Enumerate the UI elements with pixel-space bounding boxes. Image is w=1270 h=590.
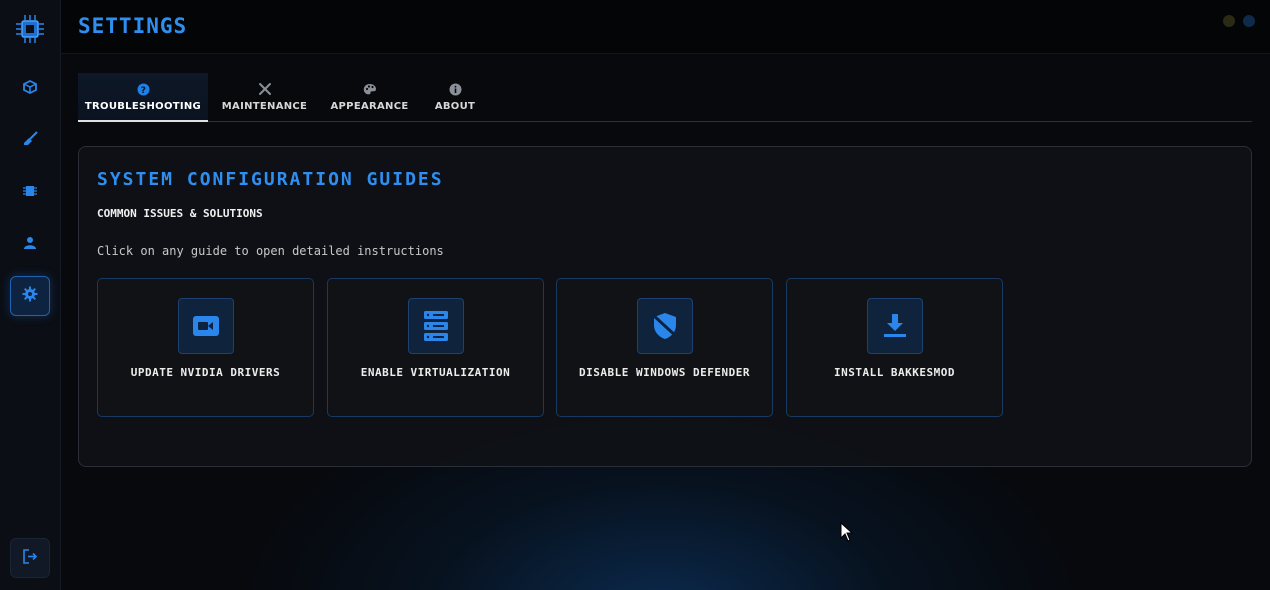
gear-icon [22, 286, 38, 306]
status-dot-yellow [1223, 15, 1235, 27]
header: SETTINGS [61, 0, 1270, 54]
guide-card-label: ENABLE VIRTUALIZATION [360, 366, 511, 379]
tools-icon [258, 82, 272, 96]
mouse-cursor-icon [840, 521, 854, 546]
shield-slash-icon [637, 298, 693, 354]
sidebar-item-settings[interactable] [10, 276, 50, 316]
tab-label: ABOUT [434, 101, 476, 112]
tab-appearance[interactable]: APPEARANCE [323, 73, 416, 122]
user-icon [23, 235, 37, 254]
sidebar-item-memory[interactable] [10, 172, 50, 212]
download-icon [867, 298, 923, 354]
sidebar-item-cube[interactable] [10, 68, 50, 108]
info-circle-icon [449, 82, 462, 96]
guide-card-nvidia[interactable]: UPDATE NVIDIA DRIVERS [97, 278, 314, 417]
sidebar [0, 0, 61, 590]
guide-card-defender[interactable]: DISABLE WINDOWS DEFENDER [556, 278, 773, 417]
settings-tabs: ? TROUBLESHOOTING MAINTENANCE APPEARANCE… [78, 73, 1252, 122]
cube-icon [23, 79, 37, 98]
guide-card-label: INSTALL BAKKESMOD [833, 366, 956, 379]
logout-icon [22, 548, 38, 568]
palette-icon [363, 82, 377, 96]
logout-button[interactable] [10, 538, 50, 578]
tab-label: APPEARANCE [330, 101, 409, 112]
page-title: SETTINGS [78, 14, 188, 38]
broom-icon [23, 130, 38, 150]
main-content: ? TROUBLESHOOTING MAINTENANCE APPEARANCE… [61, 55, 1270, 590]
video-camera-icon [178, 298, 234, 354]
guide-card-bakkesmod[interactable]: INSTALL BAKKESMOD [786, 278, 1003, 417]
guides-panel: SYSTEM CONFIGURATION GUIDES COMMON ISSUE… [78, 146, 1252, 467]
guide-card-label: DISABLE WINDOWS DEFENDER [579, 366, 750, 379]
svg-text:?: ? [140, 86, 146, 96]
tab-troubleshooting[interactable]: ? TROUBLESHOOTING [78, 73, 208, 122]
sidebar-item-user[interactable] [10, 224, 50, 264]
guide-card-virtualization[interactable]: ENABLE VIRTUALIZATION [327, 278, 544, 417]
tab-label: TROUBLESHOOTING [84, 101, 202, 112]
guide-card-label: UPDATE NVIDIA DRIVERS [130, 366, 281, 379]
tab-about[interactable]: ABOUT [426, 73, 484, 122]
cpu-chip-icon [13, 12, 47, 46]
panel-subtitle: COMMON ISSUES & SOLUTIONS [97, 207, 263, 220]
server-icon [408, 298, 464, 354]
tab-maintenance[interactable]: MAINTENANCE [218, 73, 311, 122]
status-dot-blue [1243, 15, 1255, 27]
panel-title: SYSTEM CONFIGURATION GUIDES [97, 169, 444, 190]
sidebar-item-broom[interactable] [10, 120, 50, 160]
memory-chip-icon [23, 183, 37, 202]
tab-label: MAINTENANCE [221, 101, 308, 112]
question-circle-icon: ? [137, 82, 150, 96]
panel-hint: Click on any guide to open detailed inst… [97, 244, 444, 258]
